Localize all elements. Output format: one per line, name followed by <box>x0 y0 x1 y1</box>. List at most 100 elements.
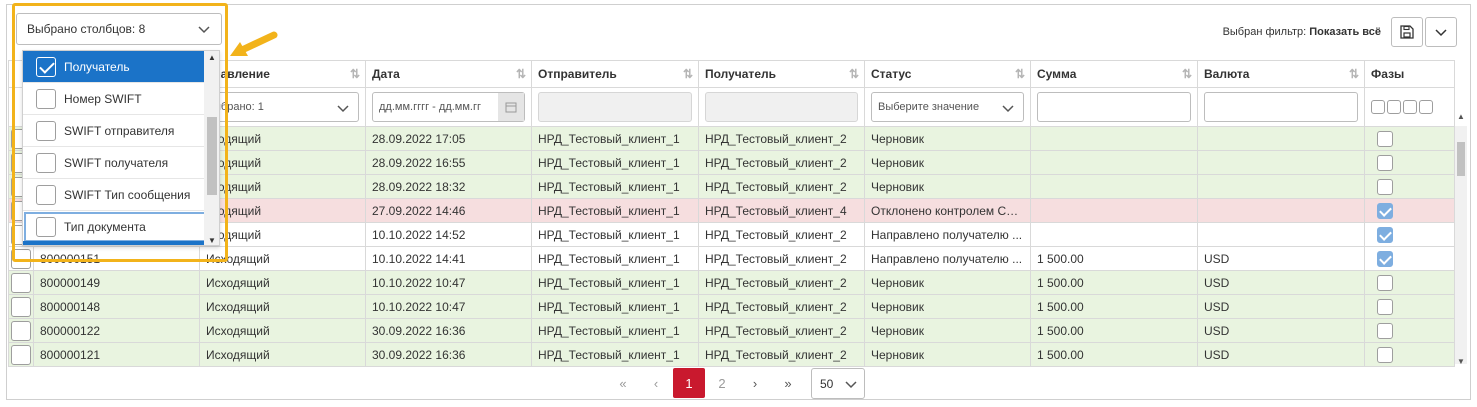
phase-checkbox[interactable] <box>1377 346 1393 363</box>
chevron-down-icon <box>845 381 857 389</box>
row-checkbox[interactable] <box>11 272 31 293</box>
row-checkbox[interactable] <box>11 344 31 365</box>
cell-phase[interactable] <box>1364 222 1455 247</box>
cell-currency: USD <box>1197 270 1365 295</box>
cell-phase[interactable] <box>1364 342 1455 367</box>
row-select[interactable] <box>8 342 34 367</box>
cell-direction: Исходящий <box>199 294 366 319</box>
cell-sender: НРД_Тестовый_клиент_1 <box>531 198 699 223</box>
cell-phase[interactable] <box>1364 126 1455 151</box>
status-filter[interactable]: Выберите значение <box>871 92 1024 122</box>
cell-id: 800000148 <box>33 294 200 319</box>
next-page-button[interactable]: › <box>739 368 771 398</box>
cell-sum: 1 500.00 <box>1030 246 1198 271</box>
cell-status: Черновик <box>864 270 1031 295</box>
date-range-filter[interactable]: дд.мм.гггг - дд.мм.гг <box>372 92 525 122</box>
page-button-2[interactable]: 2 <box>706 368 738 398</box>
cell-phase[interactable] <box>1364 318 1455 343</box>
filter-menu-button[interactable] <box>1425 17 1457 47</box>
row-select[interactable] <box>8 294 34 319</box>
row-checkbox[interactable] <box>11 296 31 317</box>
cell-sum <box>1030 174 1198 199</box>
sort-icon[interactable]: ⇅ <box>350 67 360 81</box>
row-checkbox[interactable] <box>11 320 31 341</box>
phase-checkbox[interactable] <box>1377 226 1393 243</box>
sort-icon[interactable]: ⇅ <box>516 67 526 81</box>
phase-checkbox[interactable] <box>1377 250 1393 267</box>
cell-phase[interactable] <box>1364 174 1455 199</box>
save-filter-button[interactable] <box>1391 17 1423 47</box>
cell-receiver: НРД_Тестовый_клиент_4 <box>698 198 865 223</box>
phase-checkbox[interactable] <box>1377 154 1393 171</box>
cell-date: 28.09.2022 17:05 <box>365 126 532 151</box>
scrollbar-thumb[interactable] <box>1457 142 1465 176</box>
cell-sender: НРД_Тестовый_клиент_1 <box>531 270 699 295</box>
cell-currency <box>1197 126 1365 151</box>
col-receiver[interactable]: Получатель ⇅ <box>698 60 865 88</box>
page-size-select[interactable]: 50 <box>811 368 865 399</box>
table-row[interactable]: 800000122 Исходящий 30.09.2022 16:36 НРД_Те… <box>8 318 1455 343</box>
direction-filter[interactable]: ыбрано: 1 <box>206 92 359 122</box>
cell-receiver: НРД_Тестовый_клиент_2 <box>698 270 865 295</box>
first-page-button[interactable]: « <box>607 368 639 398</box>
row-select[interactable] <box>8 318 34 343</box>
cell-currency: USD <box>1197 342 1365 367</box>
cell-status: Отклонено контролем СП... <box>864 198 1031 223</box>
phase-checkbox[interactable] <box>1377 178 1393 195</box>
col-sum[interactable]: Сумма ⇅ <box>1030 60 1198 88</box>
sort-icon[interactable]: ⇅ <box>849 67 859 81</box>
phases-filter[interactable] <box>1364 87 1455 127</box>
table-scrollbar[interactable]: ▲ ▼ <box>1455 112 1467 366</box>
cell-sender: НРД_Тестовый_клиент_1 <box>531 342 699 367</box>
row-select[interactable] <box>8 270 34 295</box>
page-button-1[interactable]: 1 <box>673 368 705 398</box>
sort-icon[interactable]: ⇅ <box>1349 67 1359 81</box>
last-page-button[interactable]: » <box>772 368 804 398</box>
cell-id: 800000121 <box>33 342 200 367</box>
phase-checkbox[interactable] <box>1377 322 1393 339</box>
cell-phase[interactable] <box>1364 270 1455 295</box>
sum-filter[interactable] <box>1037 92 1191 122</box>
cell-status: Черновик <box>864 342 1031 367</box>
cell-phase[interactable] <box>1364 150 1455 175</box>
col-status[interactable]: Статус ⇅ <box>864 60 1031 88</box>
sort-icon[interactable]: ⇅ <box>1182 67 1192 81</box>
cell-phase[interactable] <box>1364 198 1455 223</box>
table-row[interactable]: 800000121 Исходящий 30.09.2022 16:36 НРД_Те… <box>8 342 1455 367</box>
phase-checkbox[interactable] <box>1377 298 1393 315</box>
cell-direction: Исходящий <box>199 270 366 295</box>
cell-sender: НРД_Тестовый_клиент_1 <box>531 222 699 247</box>
chevron-down-icon <box>337 105 349 113</box>
cell-sum <box>1030 198 1198 223</box>
phase-checkbox[interactable] <box>1377 274 1393 291</box>
cell-phase[interactable] <box>1364 246 1455 271</box>
cell-sender: НРД_Тестовый_клиент_1 <box>531 294 699 319</box>
filter-label: Выбран фильтр: <box>1222 26 1307 38</box>
sort-icon[interactable]: ⇅ <box>683 67 693 81</box>
table-row[interactable]: 800000149 Исходящий 10.10.2022 10:47 НРД_Те… <box>8 270 1455 295</box>
currency-filter[interactable] <box>1204 92 1358 122</box>
cell-sender: НРД_Тестовый_клиент_1 <box>531 174 699 199</box>
cell-sender: НРД_Тестовый_клиент_1 <box>531 246 699 271</box>
col-currency[interactable]: Валюта ⇅ <box>1197 60 1365 88</box>
cell-sum <box>1030 150 1198 175</box>
filter-info: Выбран фильтр: Показать всё <box>1223 26 1381 38</box>
phase-checkbox[interactable] <box>1377 130 1393 147</box>
save-icon <box>1400 25 1414 39</box>
table-row[interactable]: 800000148 Исходящий 10.10.2022 10:47 НРД_Те… <box>8 294 1455 319</box>
cell-sum: 1 500.00 <box>1030 294 1198 319</box>
calendar-icon[interactable] <box>498 93 524 121</box>
col-date[interactable]: Дата ⇅ <box>365 60 532 88</box>
cell-phase[interactable] <box>1364 294 1455 319</box>
cell-direction: Исходящий <box>199 318 366 343</box>
col-sender[interactable]: Отправитель ⇅ <box>531 60 699 88</box>
sort-icon[interactable]: ⇅ <box>1015 67 1025 81</box>
prev-page-button[interactable]: ‹ <box>640 368 672 398</box>
cell-date: 10.10.2022 14:41 <box>365 246 532 271</box>
cell-currency <box>1197 150 1365 175</box>
phase-checkbox[interactable] <box>1377 202 1393 219</box>
cell-receiver: НРД_Тестовый_клиент_2 <box>698 150 865 175</box>
cell-receiver: НРД_Тестовый_клиент_2 <box>698 294 865 319</box>
cell-status: Черновик <box>864 318 1031 343</box>
cell-sender: НРД_Тестовый_клиент_1 <box>531 318 699 343</box>
